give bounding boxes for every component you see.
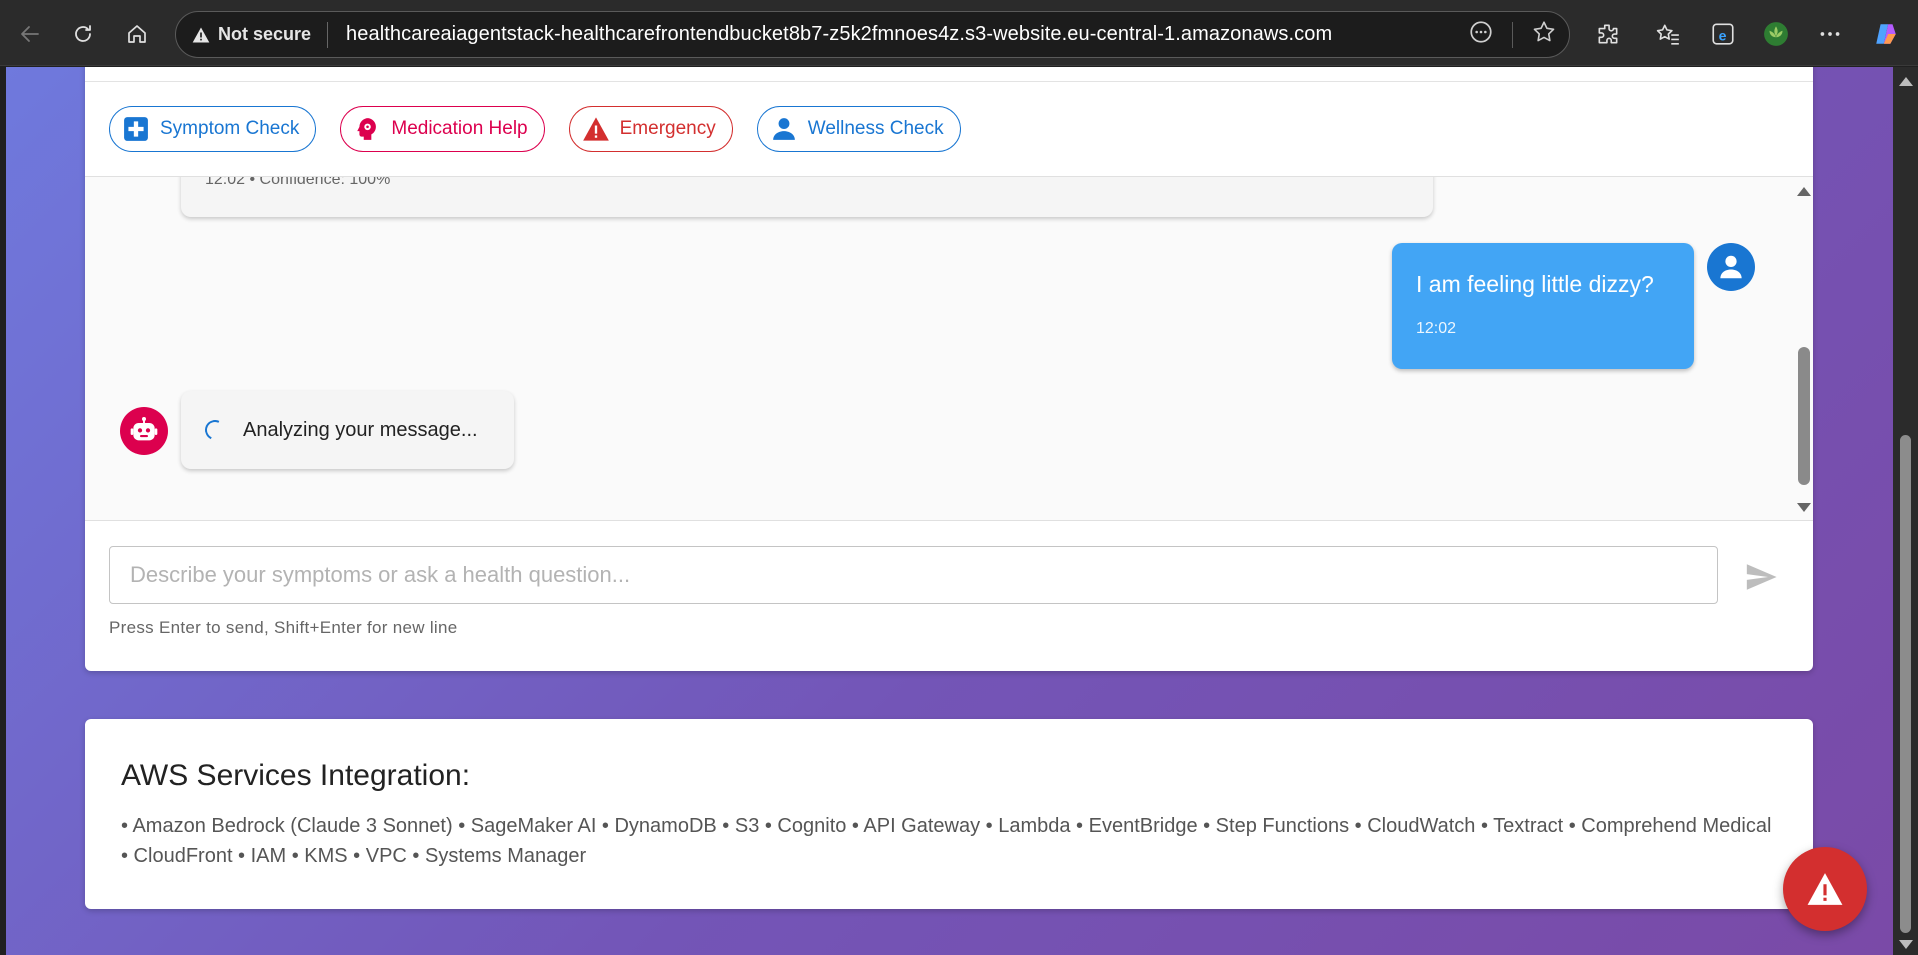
symptom-check-button[interactable]: Symptom Check (109, 106, 317, 152)
edge-icon[interactable]: e (1705, 16, 1741, 52)
scroll-up-icon[interactable] (1899, 77, 1913, 86)
medication-help-button[interactable]: Medication Help (340, 106, 545, 152)
address-divider (327, 21, 329, 48)
profile-icon[interactable] (1758, 16, 1794, 52)
home-icon[interactable] (117, 14, 157, 54)
message-list[interactable]: 12:02 • Confidence: 100% I am feeling li… (85, 176, 1813, 521)
scroll-down-icon[interactable] (1797, 503, 1811, 512)
robot-icon (130, 417, 158, 441)
page-scrollbar[interactable] (1893, 67, 1918, 955)
copilot-icon[interactable] (1868, 16, 1904, 52)
emergency-button[interactable]: Emergency (568, 106, 733, 152)
scroll-up-icon[interactable] (1797, 187, 1811, 196)
send-icon (1746, 564, 1777, 590)
more-icon[interactable] (1812, 16, 1848, 52)
psychology-icon (353, 115, 381, 143)
medication-help-label: Medication Help (391, 118, 528, 139)
loading-spinner-icon (202, 417, 228, 443)
reader-icon[interactable] (1468, 19, 1494, 50)
browser-toolbar: Not secure healthcareaiagentstack-health… (0, 0, 1918, 66)
back-icon[interactable] (10, 14, 50, 54)
star-icon[interactable] (1531, 19, 1557, 50)
medical-cross-icon (122, 115, 150, 143)
scrollbar-thumb[interactable] (1900, 435, 1911, 933)
warning-icon (1807, 873, 1843, 905)
send-button[interactable] (1741, 557, 1781, 597)
message-meta: 12:02 • Confidence: 100% (205, 176, 391, 188)
message-scrollbar[interactable] (1795, 187, 1811, 512)
aws-services-card: AWS Services Integration: • Amazon Bedro… (85, 719, 1813, 909)
symptom-check-label: Symptom Check (160, 118, 300, 139)
wellness-check-button[interactable]: Wellness Check (756, 106, 961, 152)
emergency-fab-button[interactable] (1783, 847, 1867, 931)
user-message-text: I am feeling little dizzy? (1416, 271, 1654, 297)
person-icon (770, 115, 798, 143)
scrollbar-thumb[interactable] (1798, 347, 1810, 485)
extensions-icon[interactable] (1590, 16, 1626, 52)
message-input-box[interactable] (109, 546, 1718, 604)
refresh-icon[interactable] (63, 14, 103, 54)
previous-bot-message: 12:02 • Confidence: 100% (181, 176, 1433, 217)
input-helper-text: Press Enter to send, Shift+Enter for new… (109, 618, 458, 637)
scroll-down-icon[interactable] (1899, 940, 1913, 949)
user-message-time: 12:02 (1416, 320, 1457, 337)
svg-text:e: e (1719, 28, 1727, 44)
page-background: Symptom Check Medication Help Emergency … (6, 67, 1893, 955)
icon-divider (1512, 21, 1513, 48)
bot-status-text: Analyzing your message... (243, 418, 478, 441)
favorites-icon[interactable] (1650, 16, 1686, 52)
user-avatar (1707, 243, 1755, 291)
warning-icon (582, 115, 610, 143)
url-text[interactable]: healthcareaiagentstack-healthcarefronten… (346, 23, 1332, 46)
bot-typing-message: Analyzing your message... (181, 391, 514, 469)
aws-services-list: • Amazon Bedrock (Claude 3 Sonnet) • Sag… (121, 815, 1772, 867)
message-input[interactable] (110, 547, 1717, 603)
warning-icon[interactable] (190, 24, 212, 46)
chat-header-edge (85, 67, 1813, 82)
wellness-check-label: Wellness Check (807, 118, 944, 139)
quick-actions: Symptom Check Medication Help Emergency … (109, 106, 961, 152)
address-bar[interactable]: Not secure healthcareaiagentstack-health… (175, 11, 1570, 58)
person-icon (1720, 255, 1742, 279)
chat-card: Symptom Check Medication Help Emergency … (85, 67, 1813, 671)
user-message: I am feeling little dizzy? 12:02 (1392, 243, 1694, 369)
emergency-label: Emergency (619, 118, 716, 139)
security-label[interactable]: Not secure (218, 24, 311, 45)
aws-services-title: AWS Services Integration: (121, 759, 471, 792)
bot-avatar (120, 407, 168, 455)
